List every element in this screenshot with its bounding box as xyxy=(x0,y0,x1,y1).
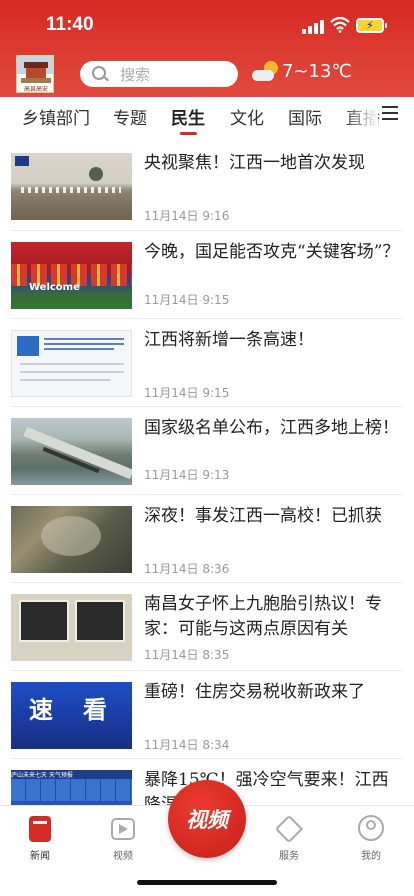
status-time: 11:40 xyxy=(46,14,94,35)
search-input[interactable]: 搜索 xyxy=(80,61,238,87)
menu-icon[interactable] xyxy=(382,106,398,120)
news-meta: 11月14日 8:36 xyxy=(144,562,230,576)
tab-topics[interactable]: 专题 xyxy=(113,104,147,129)
news-thumbnail xyxy=(11,506,132,573)
tabbar-me[interactable]: 我的 xyxy=(341,814,401,862)
center-video-button[interactable]: 视频 xyxy=(168,780,246,858)
news-item[interactable]: 速 看 重磅！住房交易税收新政来了 11月14日 8:34 xyxy=(0,671,414,759)
home-indicator xyxy=(137,880,277,885)
active-tab-indicator xyxy=(180,132,197,135)
tabbar-video-label: 视频 xyxy=(113,851,133,862)
center-video-label: 视频 xyxy=(186,808,228,832)
thumb-speed-right: 看 xyxy=(83,696,107,724)
news-meta: 11月14日 9:13 xyxy=(144,468,230,482)
service-icon xyxy=(274,814,304,844)
logo-text: 高县高安 xyxy=(23,86,48,93)
news-title: 央视聚焦！江西一地首次发现 xyxy=(144,153,365,173)
news-meta: 11月14日 9:15 xyxy=(144,386,230,400)
news-item[interactable]: 央视聚焦！江西一地首次发现 11月14日 9:16 xyxy=(0,142,414,230)
news-meta: 11月14日 8:35 xyxy=(144,648,230,662)
tab-livelihood[interactable]: 民生 xyxy=(171,104,205,129)
news-thumbnail xyxy=(11,330,132,397)
news-meta: 11月14日 8:34 xyxy=(144,738,230,752)
tabbar-news[interactable]: 新闻 xyxy=(10,814,70,862)
news-item[interactable]: 南昌女子怀上九胞胎引热议！专家：可能与这两点原因有关 11月14日 8:35 xyxy=(0,583,414,671)
signal-icon xyxy=(302,20,324,34)
news-thumbnail xyxy=(11,594,132,661)
tab-culture[interactable]: 文化 xyxy=(230,104,264,129)
news-thumbnail xyxy=(11,153,132,220)
weather-widget[interactable]: 7~13℃ xyxy=(252,60,402,88)
tab-international[interactable]: 国际 xyxy=(288,104,322,129)
weather-temperature: 7~13℃ xyxy=(282,61,352,82)
thumb-speed-left: 速 xyxy=(29,696,53,724)
app-logo[interactable]: 高县高安 xyxy=(16,55,54,93)
tabbar-me-label: 我的 xyxy=(361,851,381,862)
partly-cloudy-icon xyxy=(252,61,280,85)
search-placeholder: 搜索 xyxy=(120,66,151,84)
app-header: 11:40 ⚡ 高县高安 搜索 7~13℃ xyxy=(0,0,414,97)
news-title: 今晚，国足能否攻克“关键客场”？ xyxy=(144,242,400,262)
search-icon xyxy=(92,66,106,80)
news-title: 深夜！事发江西一高校！已抓获 xyxy=(144,506,382,526)
news-title: 南昌女子怀上九胞胎引热议！专家：可能与这两点原因有关 xyxy=(144,594,382,639)
news-meta: 11月14日 9:15 xyxy=(144,293,230,307)
news-item[interactable]: 江西将新增一条高速！ 11月14日 9:15 xyxy=(0,319,414,407)
news-item[interactable]: 深夜！事发江西一高校！已抓获 11月14日 8:36 xyxy=(0,495,414,583)
thumb-banner-text: Welcome xyxy=(29,282,80,293)
tabbar-service-label: 服务 xyxy=(279,851,299,862)
tabbar-news-label: 新闻 xyxy=(30,851,50,862)
wifi-icon xyxy=(330,17,350,33)
thumb-forecast-text: 庐山未来七天 天气预报 xyxy=(11,770,132,779)
battery-icon: ⚡ xyxy=(356,18,387,33)
news-icon xyxy=(25,814,55,844)
news-title: 重磅！住房交易税收新政来了 xyxy=(144,682,365,702)
news-title: 国家级名单公布，江西多地上榜！ xyxy=(144,418,399,438)
news-thumbnail xyxy=(11,418,132,485)
tabbar-video[interactable]: 视频 xyxy=(93,814,153,862)
news-thumbnail: 速 看 xyxy=(11,682,132,749)
news-meta: 11月14日 9:16 xyxy=(144,209,230,223)
news-item[interactable]: Welcome 今晚，国足能否攻克“关键客场”？ 11月14日 9:15 xyxy=(0,231,414,319)
video-icon xyxy=(108,814,138,844)
profile-icon xyxy=(356,814,386,844)
news-item[interactable]: 国家级名单公布，江西多地上榜！ 11月14日 9:13 xyxy=(0,407,414,495)
news-title: 江西将新增一条高速！ xyxy=(144,330,314,350)
news-thumbnail: Welcome xyxy=(11,242,132,309)
tabs-fade xyxy=(344,97,378,135)
tab-towns[interactable]: 乡镇部门 xyxy=(22,104,90,129)
status-bar: 11:40 ⚡ xyxy=(0,0,414,50)
tabbar-service[interactable]: 服务 xyxy=(259,814,319,862)
